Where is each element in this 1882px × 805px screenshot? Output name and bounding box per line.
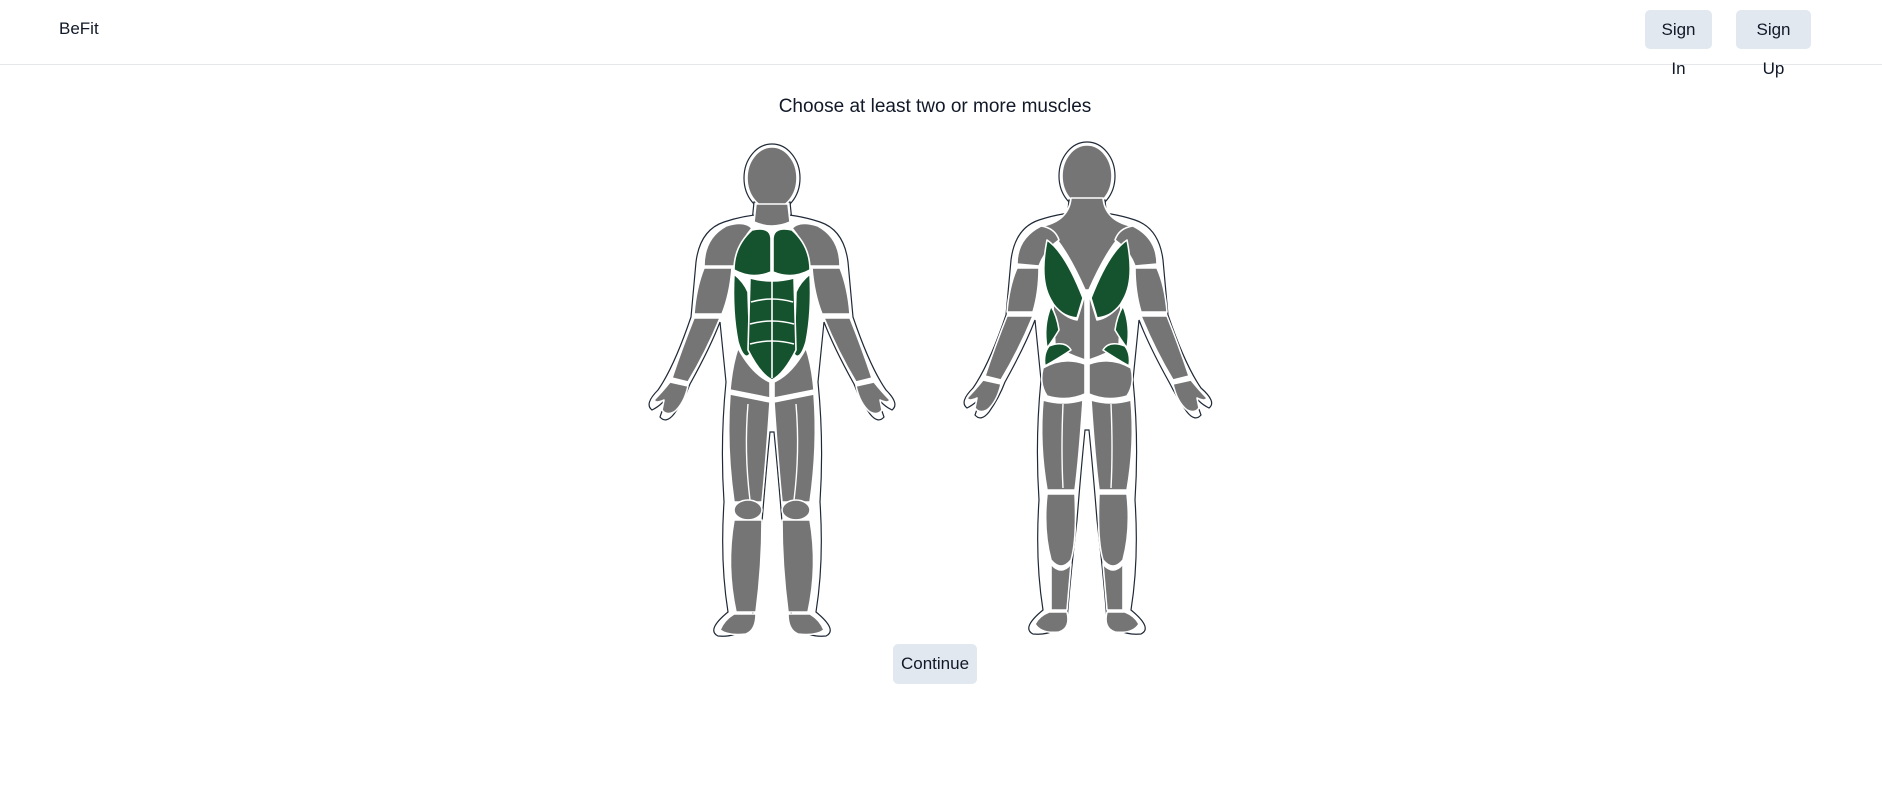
brand-logo[interactable]: BeFit xyxy=(59,19,99,39)
front-head xyxy=(746,146,798,210)
back-right-achilles xyxy=(1102,563,1124,611)
body-front-figure xyxy=(648,142,898,637)
body-back-figure xyxy=(955,140,1220,635)
back-left-hand xyxy=(966,379,1002,413)
navbar: BeFit Sign In Sign Up xyxy=(0,0,1882,78)
continue-button[interactable]: Continue xyxy=(893,644,977,684)
back-left-achilles xyxy=(1050,563,1072,611)
front-left-calf[interactable] xyxy=(729,519,763,613)
sign-up-button[interactable]: Sign Up xyxy=(1736,10,1811,78)
front-left-quad[interactable] xyxy=(727,393,771,503)
front-right-calf[interactable] xyxy=(781,519,815,613)
front-left-hand xyxy=(653,381,689,415)
page-prompt: Choose at least two or more muscles xyxy=(778,96,1092,117)
back-right-glute[interactable] xyxy=(1088,360,1134,400)
sign-in-button[interactable]: Sign In xyxy=(1645,10,1712,78)
front-right-knee xyxy=(781,499,811,521)
front-left-knee xyxy=(733,499,763,521)
back-left-glute[interactable] xyxy=(1040,360,1086,400)
front-right-hand xyxy=(855,381,891,415)
back-right-hand xyxy=(1172,379,1208,413)
back-left-calf[interactable] xyxy=(1044,493,1077,567)
front-right-quad[interactable] xyxy=(773,393,817,503)
body-back-svg xyxy=(963,141,1213,635)
body-front-svg xyxy=(648,143,896,637)
front-neck[interactable] xyxy=(753,203,791,227)
back-right-calf[interactable] xyxy=(1097,493,1130,567)
